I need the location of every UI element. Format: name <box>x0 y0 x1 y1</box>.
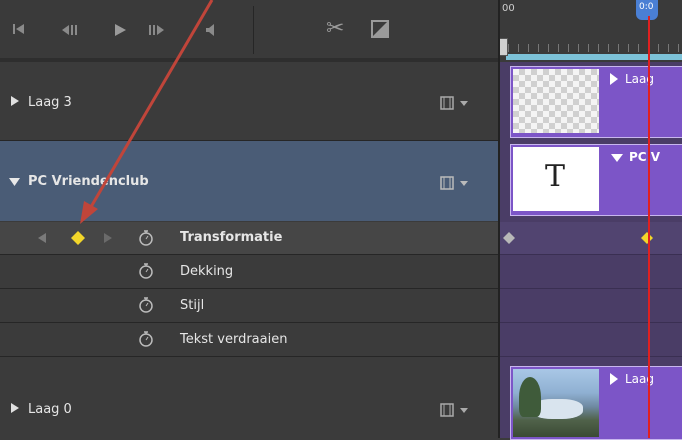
annotation-arrow <box>80 0 214 224</box>
